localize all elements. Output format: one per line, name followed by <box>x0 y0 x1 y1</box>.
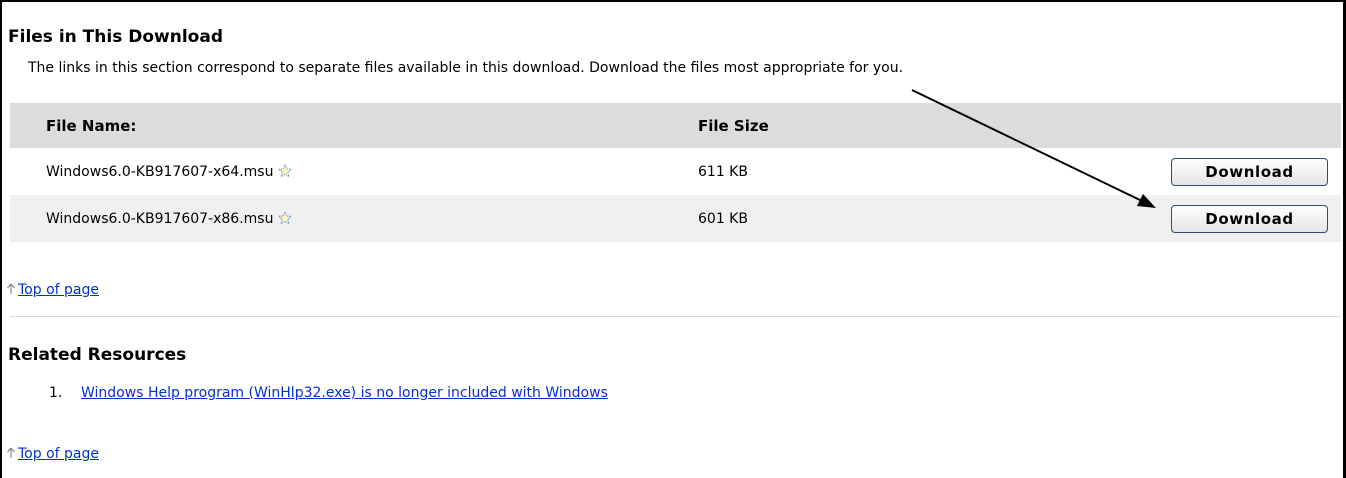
download-button[interactable]: Download <box>1171 204 1328 233</box>
list-item-number: 1. <box>49 385 63 401</box>
table-row: Windows6.0-KB917607-x86.msu 601 KB Downl… <box>10 195 1341 242</box>
files-section-intro: The links in this section correspond to … <box>28 60 904 76</box>
file-size-cell: 611 KB <box>698 163 748 180</box>
files-table: File Name: File Size Windows6.0-KB917607… <box>10 103 1341 242</box>
top-of-page-link[interactable]: Top of page <box>6 446 99 462</box>
file-size-cell: 601 KB <box>698 210 748 227</box>
related-resource-link[interactable]: Windows Help program (WinHlp32.exe) is n… <box>81 385 608 401</box>
column-header-file-size: File Size <box>698 116 769 135</box>
section-divider <box>10 316 1341 317</box>
top-of-page-link[interactable]: Top of page <box>6 282 99 298</box>
file-name-text: Windows6.0-KB917607-x64.msu <box>46 163 274 180</box>
file-name-text: Windows6.0-KB917607-x86.msu <box>46 210 274 227</box>
top-of-page-link-text[interactable]: Top of page <box>18 446 99 462</box>
files-table-header: File Name: File Size <box>10 103 1341 148</box>
new-star-icon <box>277 162 293 178</box>
file-name-cell: Windows6.0-KB917607-x64.msu <box>46 162 293 180</box>
files-section-heading: Files in This Download <box>8 27 223 47</box>
download-button[interactable]: Download <box>1171 157 1328 186</box>
column-header-file-name: File Name: <box>46 116 137 135</box>
up-arrow-icon <box>6 283 16 295</box>
related-resources-heading: Related Resources <box>8 345 187 365</box>
up-arrow-icon <box>6 447 16 459</box>
new-star-icon <box>277 209 293 225</box>
table-row: Windows6.0-KB917607-x64.msu 611 KB Downl… <box>10 148 1341 195</box>
top-of-page-link-text[interactable]: Top of page <box>18 282 99 298</box>
list-item: 1. Windows Help program (WinHlp32.exe) is… <box>49 385 608 401</box>
related-resources-list: 1. Windows Help program (WinHlp32.exe) is… <box>49 385 608 401</box>
file-name-cell: Windows6.0-KB917607-x86.msu <box>46 209 293 227</box>
